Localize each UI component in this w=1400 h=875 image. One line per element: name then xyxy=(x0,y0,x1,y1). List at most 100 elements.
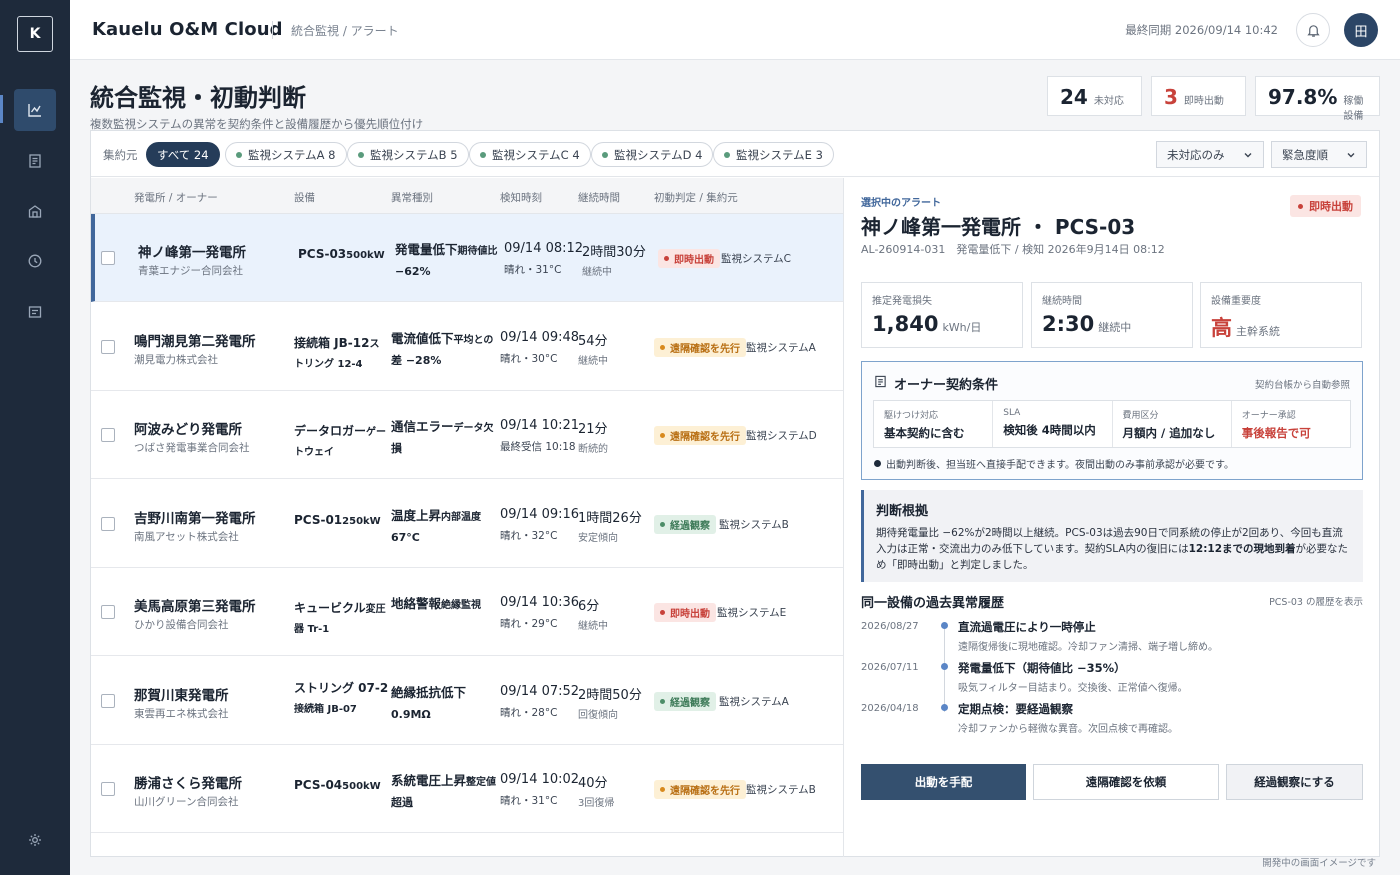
term-value: 事後報告で可 xyxy=(1241,426,1311,440)
detected-time: 09/14 07:52 xyxy=(500,683,580,699)
filter-chip-system-c[interactable]: 監視システムC 4 xyxy=(469,142,591,167)
detected-context: 晴れ・29°C xyxy=(500,618,558,630)
notifications-button[interactable] xyxy=(1296,13,1330,47)
history-date: 2026/04/18 xyxy=(861,703,919,714)
history-description: 遠隔復帰後に現地確認。冷却ファン清掃、端子増し締め。 xyxy=(958,642,1218,653)
selected-alert-title: 神ノ峰第一発電所 ・ PCS-03 xyxy=(861,215,1136,239)
judgement-label: 遠隔確認を先行 xyxy=(670,343,740,355)
equipment-detail: 250kW xyxy=(342,515,381,527)
history-link[interactable]: PCS-03 の履歴を表示 xyxy=(1269,594,1363,608)
duration: 1時間26分 xyxy=(578,510,642,526)
alerts-table: 発電所 / オーナー 設備 異常種別 検知時刻 継続時間 初動判定 / 集約元 … xyxy=(91,178,844,857)
history-title-text: 定期点検：要経過観察 xyxy=(958,702,1073,716)
column-header[interactable]: 初動判定 / 集約元 xyxy=(654,190,738,205)
column-header[interactable]: 継続時間 xyxy=(578,190,620,205)
equipment-main: ストリング 07-2 xyxy=(294,680,389,695)
contract-term-sla: SLA 検知後 4時間以内 xyxy=(993,401,1113,447)
duration: 21分 xyxy=(578,422,608,437)
chevron-down-icon xyxy=(1244,152,1252,157)
kpi-immediate-dispatch: 3 即時出動 xyxy=(1151,76,1246,116)
filter-chip-all[interactable]: すべて 24 xyxy=(146,142,220,167)
equipment: キュービクル変圧器 Tr-1 xyxy=(294,599,389,639)
table-row[interactable]: 阿波みどり発電所 つばさ発電事業合同会社 データロガーゲートウェイ 通信エラーデータ欠… xyxy=(91,391,843,479)
plant-name: 阿波みどり発電所 xyxy=(134,422,242,438)
anomaly-type: 発電量低下期待値比 −62% xyxy=(395,240,505,281)
row-checkbox[interactable] xyxy=(101,339,115,354)
table-row[interactable]: 神ノ峰第一発電所 青葉エナジー合同会社 PCS-03500kW 発電量低下期待値比 −6… xyxy=(91,214,843,302)
table-row[interactable]: 那賀川東発電所 東雲再エネ株式会社 ストリング 07-2 接続箱 JB-07 絶縁抵抗低… xyxy=(91,656,843,745)
duration: 2時間30分 xyxy=(582,245,646,260)
table-row[interactable]: 吉野川南第一発電所 南風アセット株式会社 PCS-01250kW 温度上昇内部温度 67… xyxy=(91,479,843,568)
duration: 6分 xyxy=(578,599,600,614)
detected-time: 09/14 10:36 xyxy=(500,595,580,610)
detected-context: 晴れ・31°C xyxy=(500,795,558,807)
filter-chip-system-e[interactable]: 監視システムE 3 xyxy=(713,142,834,167)
contract-term-approval: オーナー承認事後報告で可 xyxy=(1232,401,1350,447)
status-filter-select[interactable]: 未対応のみ xyxy=(1156,141,1264,168)
duration-status: 回復傾向 xyxy=(578,709,618,721)
column-header[interactable]: 発電所 / オーナー xyxy=(134,190,218,205)
judgement-label: 即時出動 xyxy=(670,609,710,620)
nav-active-indicator xyxy=(0,95,3,123)
row-checkbox[interactable] xyxy=(101,251,115,265)
nav-item-history[interactable] xyxy=(14,240,56,282)
judgement-badge: 遠隔確認を先行 xyxy=(654,426,746,445)
row-checkbox[interactable] xyxy=(101,782,115,796)
bullet-dot xyxy=(874,460,881,467)
metric-label: 継続時間 xyxy=(1042,296,1082,307)
aggregator-source: 監視システムC xyxy=(721,253,792,265)
judgement-label: 経過観察 xyxy=(670,520,710,532)
metric-number: 高 xyxy=(1211,316,1232,340)
anomaly-detail: 平均との xyxy=(453,334,494,346)
nav-item-contracts[interactable] xyxy=(14,291,56,333)
table-row[interactable]: 美馬高原第三発電所 ひかり設備合同会社 キュービクル変圧器 Tr-1 地絡警報絶縁監視… xyxy=(91,568,843,656)
detected-time: 09/14 10:02 xyxy=(500,772,580,787)
anomaly-type: 温度上昇内部温度 67°C xyxy=(391,506,501,547)
last-sync-time: 最終同期 2026/09/14 10:42 xyxy=(1125,23,1278,37)
term-value: 月額内 / 追加なし xyxy=(1122,426,1216,440)
selected-alert-meta: AL-260914-031 発電量低下 / 検知 2026年9月14日 08:1… xyxy=(861,243,1165,256)
owner-name: 潮見電力株式会社 xyxy=(134,353,218,366)
nav-item-settings[interactable] xyxy=(14,819,56,861)
nav-item-plants[interactable] xyxy=(14,190,56,232)
chart-icon xyxy=(28,104,41,117)
filter-chip-system-a[interactable]: 監視システムA 8 xyxy=(225,142,347,167)
dispatch-button[interactable]: 出動を手配 xyxy=(861,764,1026,800)
equipment: 接続箱 JB-12ストリング 12-4 xyxy=(294,334,389,374)
duration-status: 3回復帰 xyxy=(578,798,615,809)
table-row[interactable]: 勝浦さくら発電所 山川グリーン合同会社 PCS-04500kW 系統電圧上昇整定値 超過… xyxy=(91,745,843,833)
user-avatar[interactable]: 田 xyxy=(1344,13,1378,47)
status-dot xyxy=(664,256,669,261)
row-checkbox[interactable] xyxy=(101,428,115,442)
table-row[interactable]: 鳴門潮見第二発電所 潮見電力株式会社 接続箱 JB-12ストリング 12-4 電流値低… xyxy=(91,302,843,391)
kpi-unresolved: 24 未対応 xyxy=(1047,76,1142,116)
selected-alert-label: 選択中のアラート xyxy=(861,198,941,209)
owner-name: 南風アセット株式会社 xyxy=(134,530,239,543)
row-checkbox[interactable] xyxy=(101,605,115,619)
plant-name: 神ノ峰第一発電所 xyxy=(138,245,246,261)
aggregator-source: 監視システムB xyxy=(746,784,816,796)
anomaly-main: 電流値低下 xyxy=(391,330,454,346)
app-logo[interactable]: K xyxy=(17,16,53,52)
status-dot xyxy=(660,787,665,792)
detected-time: 09/14 10:21 xyxy=(500,418,580,433)
row-checkbox[interactable] xyxy=(101,693,115,708)
filter-chip-system-d[interactable]: 監視システムD 4 xyxy=(591,142,714,167)
anomaly-type: 絶縁抵抗低下 0.9MΩ xyxy=(391,683,501,724)
column-header[interactable]: 検知時刻 xyxy=(500,190,542,205)
filter-chip-system-b[interactable]: 監視システムB 5 xyxy=(347,142,469,167)
status-dot xyxy=(1298,203,1303,209)
request-remote-check-button[interactable]: 遠隔確認を依頼 xyxy=(1033,764,1219,800)
nav-item-reports[interactable] xyxy=(14,140,56,182)
column-header[interactable]: 異常種別 xyxy=(391,190,433,205)
column-header[interactable]: 設備 xyxy=(294,190,315,205)
nav-item-monitoring[interactable] xyxy=(14,89,56,131)
sort-select[interactable]: 緊急度順 xyxy=(1271,141,1367,168)
contract-term-dispatch: 駆けつけ対応 基本契約に含む xyxy=(874,401,994,447)
row-checkbox[interactable] xyxy=(101,516,115,531)
observe-button[interactable]: 経過観察にする xyxy=(1226,764,1363,800)
metric-unit: 主幹系統 xyxy=(1236,325,1280,338)
anomaly-type: 系統電圧上昇整定値 超過 xyxy=(391,771,501,812)
term-label: オーナー承認 xyxy=(1241,411,1296,421)
breadcrumb: 統合監視 / アラート xyxy=(291,24,399,38)
